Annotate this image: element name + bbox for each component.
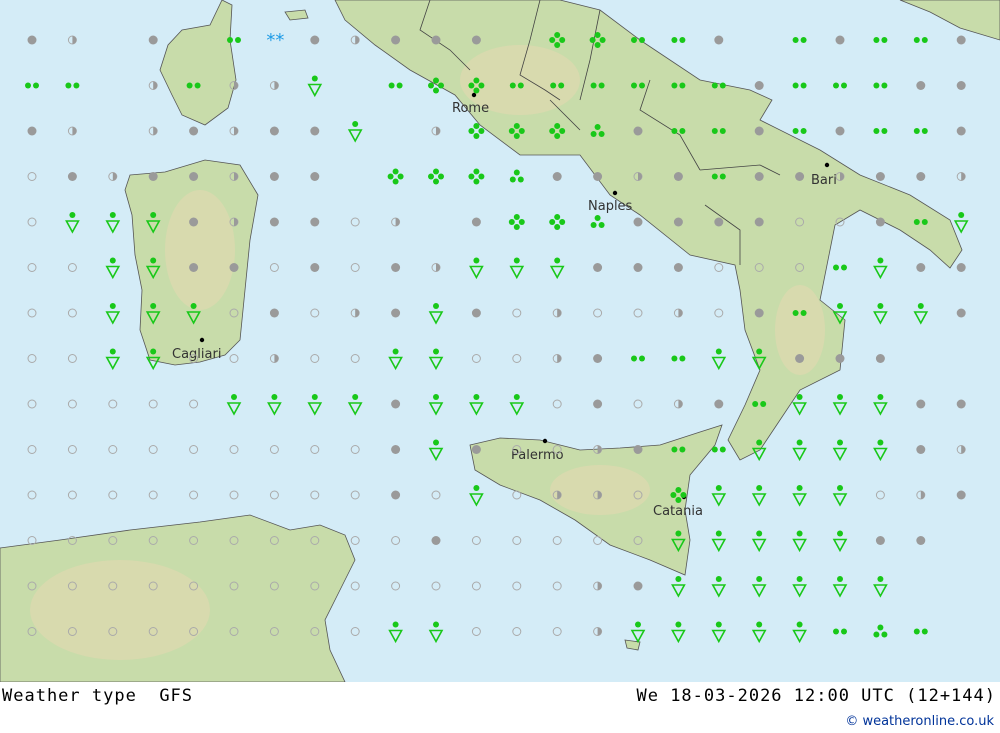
weather-map: Rome Naples Bari Cagliari Palermo Catania ** <box>0 0 1000 682</box>
cloudy-symbol <box>431 35 441 45</box>
cloudy-symbol <box>593 399 603 409</box>
cloudy-symbol <box>391 490 401 500</box>
cloudy-symbol <box>956 308 966 318</box>
cloudy-symbol <box>714 35 724 45</box>
cloudy-symbol <box>956 81 966 90</box>
cloudy-symbol <box>593 263 603 272</box>
cloudy-symbol <box>189 263 199 272</box>
cloudy-symbol <box>27 35 37 45</box>
cloudy-symbol <box>956 35 966 45</box>
cloudy-symbol <box>67 172 77 181</box>
city-label: Naples <box>588 199 633 214</box>
footer-bar: Weather type GFS We 18-03-2026 12:00 UTC… <box>0 682 1000 733</box>
cloudy-symbol <box>673 263 683 272</box>
city-marker <box>471 92 477 98</box>
cloudy-symbol <box>593 354 603 363</box>
cloudy-symbol <box>431 536 441 545</box>
cloudy-symbol <box>552 172 562 181</box>
city-label: Cagliari <box>172 347 221 362</box>
cloudy-symbol <box>956 399 966 409</box>
cloudy-symbol <box>673 217 683 227</box>
cloudy-symbol <box>593 172 603 181</box>
cloudy-symbol <box>391 263 401 272</box>
footer-title: Weather type GFS <box>2 686 193 706</box>
cloudy-symbol <box>875 354 885 363</box>
cloudy-symbol <box>835 354 845 363</box>
cloudy-symbol <box>310 217 320 227</box>
cloudy-symbol <box>956 126 966 136</box>
cloudy-symbol <box>189 126 199 136</box>
cloudy-symbol <box>956 490 966 500</box>
forecast-datetime: We 18-03-2026 12:00 UTC (12+144) <box>636 686 996 706</box>
model-label: GFS <box>159 686 194 706</box>
cloudy-symbol <box>916 399 926 409</box>
cloudy-symbol <box>310 172 320 181</box>
cloudy-symbol <box>754 126 764 136</box>
cloudy-symbol <box>754 81 764 90</box>
cloudy-symbol <box>471 445 481 454</box>
cloudy-symbol <box>310 263 320 272</box>
copyright-link[interactable]: © weatheronline.co.uk <box>845 714 994 729</box>
cloudy-symbol <box>916 81 926 90</box>
cloudy-symbol <box>189 217 199 227</box>
cloudy-symbol <box>754 217 764 227</box>
cloudy-symbol <box>916 172 926 181</box>
svg-text:**: ** <box>266 30 284 51</box>
cloudy-symbol <box>269 126 279 136</box>
cloudy-symbol <box>633 445 643 454</box>
cloudy-symbol <box>916 536 926 545</box>
cloudy-symbol <box>956 263 966 272</box>
cloudy-symbol <box>471 217 481 227</box>
cloudy-symbol <box>795 354 805 363</box>
cloudy-symbol <box>714 217 724 227</box>
cloudy-symbol <box>875 172 885 181</box>
cloudy-symbol <box>795 172 805 181</box>
cloudy-symbol <box>269 172 279 181</box>
cloudy-symbol <box>148 35 158 45</box>
city-marker <box>824 162 830 168</box>
cloudy-symbol <box>754 172 764 181</box>
cloudy-symbol <box>269 217 279 227</box>
city-marker <box>199 337 205 343</box>
cloudy-symbol <box>471 308 481 318</box>
cloudy-symbol <box>835 126 845 136</box>
cloudy-symbol <box>633 581 643 591</box>
cloudy-symbol <box>391 35 401 45</box>
cloudy-symbol <box>673 172 683 181</box>
cloudy-symbol <box>189 172 199 181</box>
cloudy-symbol <box>310 35 320 45</box>
map-type-label: Weather type <box>2 686 137 706</box>
cloudy-symbol <box>148 172 158 181</box>
cloudy-symbol <box>875 217 885 227</box>
snow-symbol: ** <box>266 30 284 51</box>
city-label: Catania <box>653 504 703 519</box>
city-marker <box>612 190 618 196</box>
cloudy-symbol <box>714 399 724 409</box>
cloudy-symbol <box>633 263 643 272</box>
cloudy-symbol <box>633 217 643 227</box>
cloudy-symbol <box>916 445 926 454</box>
cloudy-symbol <box>471 35 481 45</box>
cloudy-symbol <box>27 126 37 136</box>
city-label: Rome <box>452 101 489 116</box>
cloudy-symbol <box>916 263 926 272</box>
cloudy-symbol <box>391 308 401 318</box>
cloudy-symbol <box>391 445 401 454</box>
city-label: Bari <box>811 173 837 188</box>
city-marker <box>542 438 548 444</box>
cloudy-symbol <box>269 308 279 318</box>
cloudy-symbol <box>875 536 885 545</box>
cloudy-symbol <box>633 126 643 136</box>
cloudy-symbol <box>835 35 845 45</box>
city-label: Palermo <box>511 448 564 463</box>
cloudy-symbol <box>310 126 320 136</box>
cloudy-symbol <box>229 263 239 272</box>
cloudy-symbol <box>391 399 401 409</box>
cloudy-symbol <box>754 308 764 318</box>
